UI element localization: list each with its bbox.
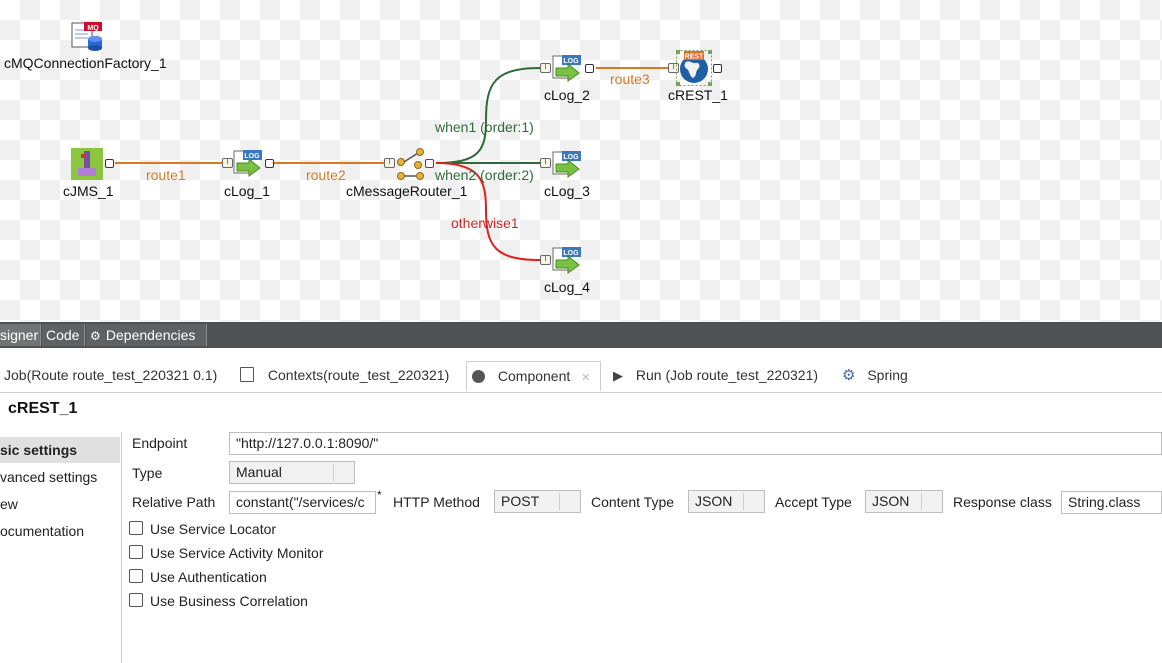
- route2-label[interactable]: route2: [306, 167, 346, 183]
- dependencies-icon: ⚙: [90, 329, 101, 343]
- activity-monitor-label: Use Service Activity Monitor: [150, 545, 324, 561]
- mq-connection-factory-icon[interactable]: MQ: [70, 22, 104, 52]
- node-label-log4: cLog_4: [544, 279, 590, 295]
- router-output-port[interactable]: [425, 159, 434, 168]
- node-label-factory: cMQConnectionFactory_1: [4, 55, 167, 71]
- view-tab-bar: Job(Route route_test_220321 0.1) Context…: [0, 356, 1162, 393]
- menu-view[interactable]: ew: [0, 491, 120, 517]
- menu-advanced-settings[interactable]: vanced settings: [0, 464, 120, 490]
- authentication-checkbox[interactable]: [129, 569, 143, 583]
- designer-tab-bar: signer Code ⚙ Dependencies: [0, 322, 1162, 348]
- log1-input-port[interactable]: I: [222, 158, 233, 168]
- log-icon[interactable]: LOG: [552, 54, 582, 82]
- close-icon[interactable]: ✕: [581, 372, 590, 384]
- route1-label[interactable]: route1: [146, 167, 186, 183]
- contexts-icon: [240, 367, 254, 382]
- tab-code[interactable]: Code: [42, 324, 85, 346]
- mq-icon-text: MQ: [87, 25, 99, 32]
- activity-monitor-checkbox[interactable]: [129, 545, 143, 559]
- authentication-checkbox-row[interactable]: Use Authentication: [129, 569, 267, 585]
- log-icon[interactable]: LOG: [552, 150, 582, 178]
- required-marker: *: [377, 488, 382, 502]
- tab-dependencies[interactable]: ⚙ Dependencies: [86, 324, 207, 346]
- accept-type-select[interactable]: JSON: [865, 490, 943, 513]
- run-icon: ▶: [613, 368, 623, 383]
- component-title: cREST_1: [4, 400, 77, 418]
- content-type-select[interactable]: JSON: [688, 490, 765, 513]
- http-method-select[interactable]: POST: [494, 490, 581, 513]
- component-title-text: cREST_1: [8, 400, 78, 417]
- when1-label[interactable]: when1 (order:1): [435, 119, 534, 135]
- log3-icon-text: LOG: [563, 154, 579, 161]
- endpoint-label: Endpoint: [132, 435, 188, 451]
- response-class-field[interactable]: String.class: [1061, 491, 1162, 514]
- log4-icon-text: LOG: [563, 250, 579, 257]
- type-label: Type: [132, 465, 163, 481]
- node-label-rest: cREST_1: [668, 87, 728, 103]
- business-correlation-label: Use Business Correlation: [150, 593, 308, 609]
- log2-output-port[interactable]: [585, 64, 594, 73]
- log-icon[interactable]: LOG: [552, 246, 582, 274]
- component-palette-icon: [472, 370, 485, 383]
- tab-designer[interactable]: signer: [0, 324, 41, 346]
- tab-contexts-label: Contexts(route_test_220321): [267, 367, 450, 383]
- when2-label[interactable]: when2 (order:2): [435, 167, 534, 183]
- node-label-log1: cLog_1: [224, 183, 270, 199]
- authentication-label: Use Authentication: [150, 569, 267, 585]
- node-label-jms: cJMS_1: [63, 183, 114, 199]
- rest-output-port[interactable]: [713, 64, 722, 73]
- rest-icon-text: REST: [685, 54, 704, 61]
- log2-icon-text: LOG: [563, 58, 579, 65]
- tab-run-label: Run (Job route_test_220321): [635, 367, 819, 383]
- business-correlation-checkbox-row[interactable]: Use Business Correlation: [129, 593, 308, 609]
- node-label-log2: cLog_2: [544, 87, 590, 103]
- node-label-log3: cLog_3: [544, 183, 590, 199]
- service-locator-checkbox-row[interactable]: Use Service Locator: [129, 521, 276, 537]
- business-correlation-checkbox[interactable]: [129, 593, 143, 607]
- log-icon[interactable]: LOG: [233, 149, 263, 177]
- tab-run[interactable]: ▶ Run (Job route_test_220321): [613, 361, 818, 391]
- tab-spring[interactable]: ⚙ Spring: [842, 361, 908, 391]
- tab-component-label: Component: [497, 368, 571, 384]
- service-locator-checkbox[interactable]: [129, 521, 143, 535]
- route3-label[interactable]: route3: [610, 71, 650, 87]
- log1-output-port[interactable]: [265, 159, 274, 168]
- log1-icon-text: LOG: [244, 153, 260, 160]
- otherwise-label[interactable]: otherwise1: [451, 215, 519, 231]
- content-type-label: Content Type: [591, 494, 675, 510]
- activity-monitor-checkbox-row[interactable]: Use Service Activity Monitor: [129, 545, 324, 561]
- settings-menu: sic settings vanced settings ew ocumenta…: [0, 433, 122, 663]
- node-label-router: cMessageRouter_1: [346, 183, 468, 199]
- tab-spring-label: Spring: [867, 367, 908, 383]
- tab-job[interactable]: Job(Route route_test_220321 0.1): [4, 361, 217, 391]
- http-method-label: HTTP Method: [393, 494, 480, 510]
- spring-gear-icon: ⚙: [842, 367, 856, 384]
- tab-dependencies-label: Dependencies: [105, 327, 196, 343]
- accept-type-label: Accept Type: [775, 494, 852, 510]
- endpoint-field[interactable]: "http://127.0.0.1:8090/": [229, 432, 1162, 455]
- relative-path-field[interactable]: constant("/services/c: [229, 491, 376, 514]
- rest-globe-icon[interactable]: REST: [676, 50, 712, 86]
- menu-documentation[interactable]: ocumentation: [0, 518, 120, 544]
- response-class-label: Response class: [953, 494, 1052, 510]
- designer-canvas[interactable]: MQ cMQConnectionFactory_1 cJMS_1 route1 …: [0, 0, 1162, 322]
- when1-line: [435, 67, 541, 164]
- service-locator-label: Use Service Locator: [150, 521, 277, 537]
- relative-path-label: Relative Path: [132, 494, 216, 510]
- log3-input-port[interactable]: I: [540, 158, 551, 168]
- jms-icon[interactable]: [71, 148, 103, 180]
- menu-basic-settings[interactable]: sic settings: [0, 437, 120, 463]
- jms-output-port[interactable]: [105, 159, 114, 168]
- tab-contexts[interactable]: Contexts(route_test_220321): [240, 361, 449, 391]
- tab-component[interactable]: Component ✕: [466, 361, 601, 391]
- log4-input-port[interactable]: I: [540, 255, 551, 265]
- type-select[interactable]: Manual: [229, 461, 355, 484]
- router-input-port[interactable]: I: [384, 158, 395, 168]
- log2-input-port[interactable]: I: [540, 63, 551, 73]
